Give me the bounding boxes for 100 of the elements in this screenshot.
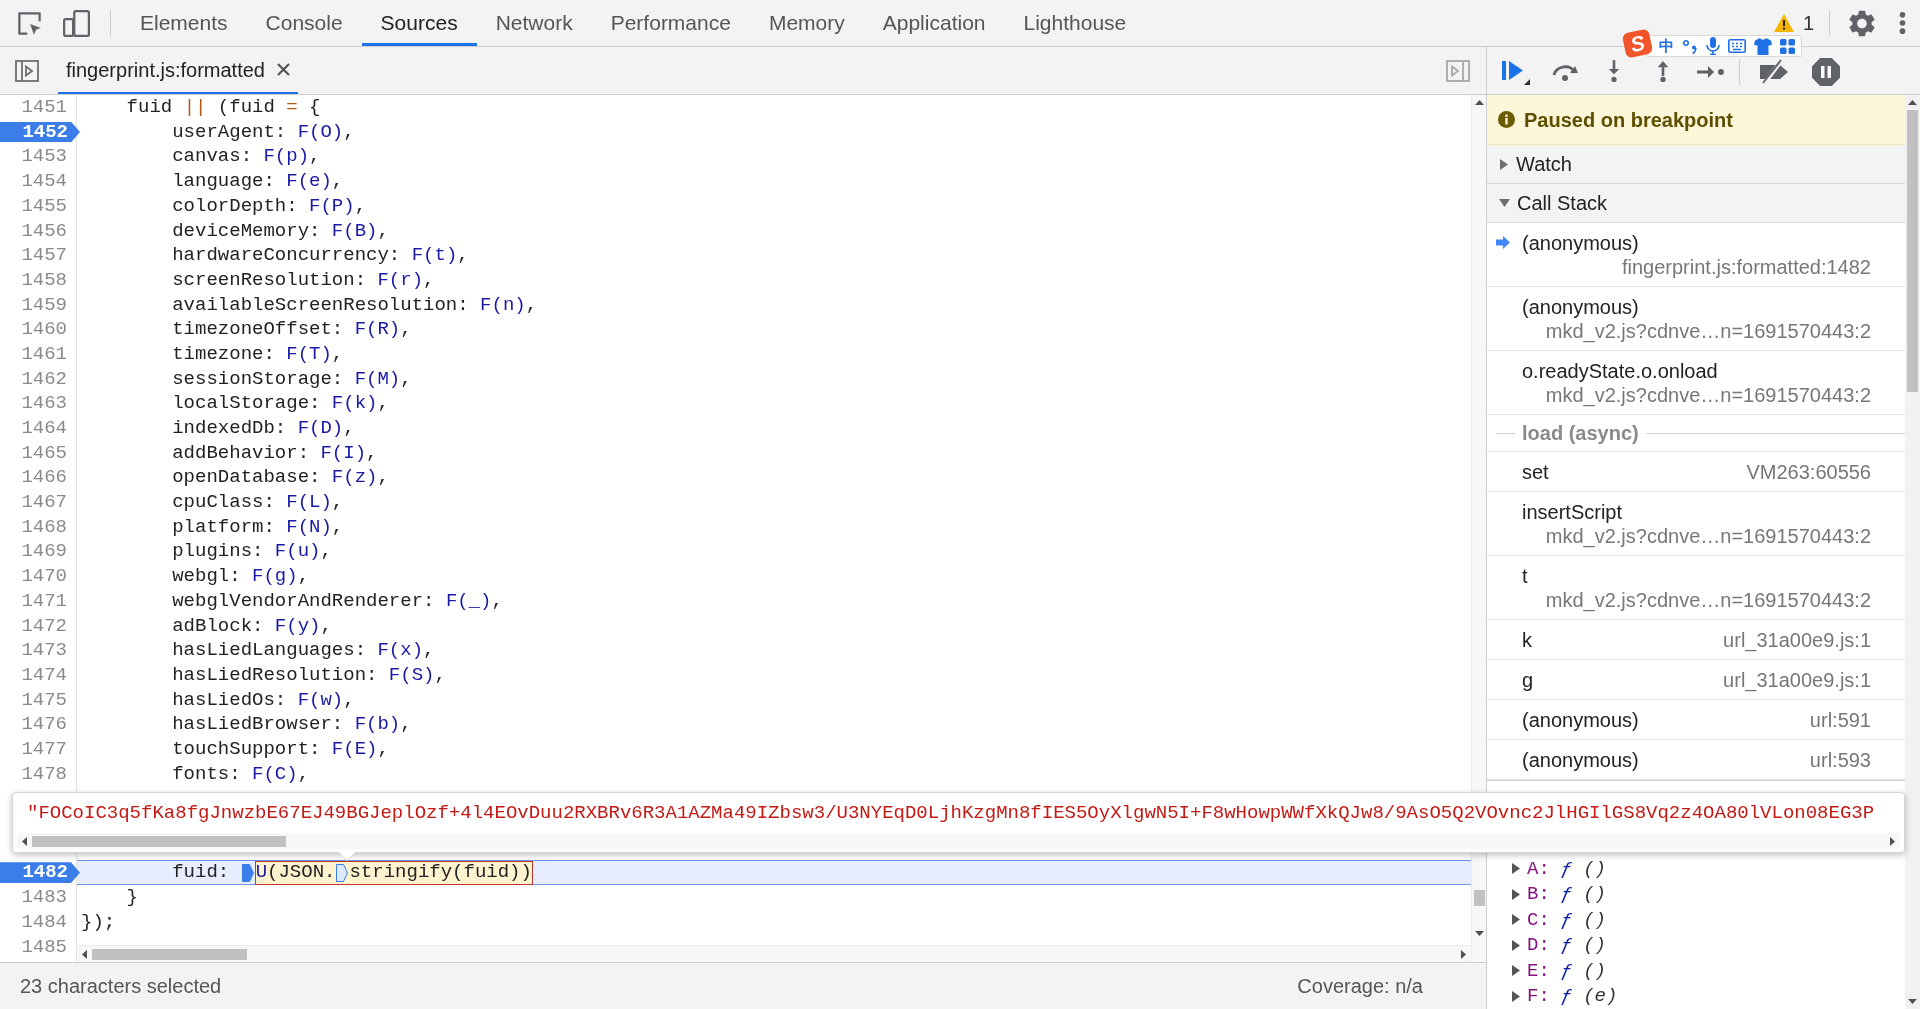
line-number: 1470 (21, 564, 68, 590)
caret-right-icon[interactable] (1500, 158, 1508, 170)
line-number: 1464 (21, 416, 68, 442)
code-text: availableScreenResolution: F(n), (172, 292, 538, 318)
caret-right-icon[interactable] (1512, 914, 1520, 926)
line-number: 1453 (21, 144, 68, 170)
panel-tab[interactable]: Performance (591, 0, 750, 46)
scrollbar-thumb[interactable] (1907, 110, 1918, 392)
horizontal-scrollbar[interactable] (77, 945, 1471, 962)
arrow-down-to-dot-icon[interactable] (1607, 60, 1621, 83)
grid-icon[interactable] (1780, 38, 1795, 54)
scroll-left-icon[interactable] (82, 949, 87, 959)
play-bar-icon[interactable] (1500, 58, 1530, 85)
pause-octagon-icon[interactable] (1812, 57, 1840, 86)
code-text: sessionStorage: F(M), (172, 366, 412, 392)
panel-toggle-icon[interactable] (1446, 59, 1470, 82)
scroll-up-icon[interactable] (1474, 100, 1484, 105)
line-number: 1458 (21, 267, 68, 293)
code-text: language: F(e), (172, 169, 344, 195)
call-stack-frame[interactable]: (anonymous) url:593 (1487, 740, 1905, 780)
caret-right-icon[interactable] (1512, 939, 1520, 951)
coverage-status: Coverage: n/a (1297, 974, 1423, 999)
line-number: 1454 (21, 169, 68, 195)
code-text: fonts: F(C), (172, 761, 310, 787)
phone-and-tablet-icon[interactable] (63, 9, 90, 37)
shirt-icon[interactable] (1754, 37, 1772, 55)
code-text: screenResolution: F(r), (172, 267, 435, 293)
section-header[interactable]: Call Stack (1487, 184, 1905, 223)
punctuation-icon[interactable] (1682, 38, 1698, 54)
scope-item[interactable]: C: ƒ () (1487, 907, 1905, 933)
code-text: cpuClass: F(L), (172, 490, 344, 516)
horizontal-scrollbar[interactable] (17, 833, 1900, 849)
code-text: addBehavior: F(I), (172, 440, 378, 466)
code-text: userAgent: F(O), (172, 119, 355, 145)
scope-item[interactable]: E: ƒ () (1487, 958, 1905, 984)
scroll-down-icon[interactable] (1474, 931, 1484, 936)
caret-right-icon[interactable] (1512, 888, 1520, 900)
line-number: 1476 (21, 712, 68, 738)
code-text: plugins: F(u), (172, 539, 332, 565)
code-text: platform: F(N), (172, 514, 344, 540)
scope-item[interactable]: A: ƒ () (1487, 856, 1905, 882)
line-number: 1483 (21, 885, 68, 911)
scrollbar-thumb[interactable] (92, 948, 247, 960)
panel-tab[interactable]: Application (863, 0, 1005, 46)
scroll-up-icon[interactable] (1908, 100, 1917, 105)
code-text: } (126, 885, 138, 911)
panel-tab[interactable]: Memory (749, 0, 864, 46)
arrow-up-from-dot-icon[interactable] (1656, 60, 1670, 83)
call-stack-frame[interactable]: k url_31a00e9.js:1 (1487, 620, 1905, 660)
caret-right-icon[interactable] (1512, 990, 1520, 1002)
scroll-left-icon[interactable] (22, 836, 27, 846)
line-number: 1462 (21, 366, 68, 392)
scroll-down-icon[interactable] (1908, 999, 1917, 1004)
gear-icon[interactable] (1849, 9, 1875, 37)
caret-right-icon[interactable] (1512, 965, 1520, 977)
scroll-right-icon[interactable] (1890, 836, 1895, 846)
code-text: stringify(fuid)) (349, 860, 532, 886)
code-text: hardwareConcurrency: F(t), (172, 243, 469, 269)
line-number: 1465 (21, 440, 68, 466)
code-text: localStorage: F(k), (172, 391, 389, 417)
call-stack-frame[interactable]: g url_31a00e9.js:1 (1487, 660, 1905, 700)
call-stack-frame[interactable]: set VM263:60556 (1487, 452, 1905, 492)
section-header[interactable]: Watch (1487, 145, 1905, 184)
panel-tab[interactable]: Elements (121, 0, 247, 46)
vertical-dots-icon[interactable] (1899, 11, 1906, 35)
panel-tab[interactable]: Lighthouse (1004, 0, 1146, 46)
scrollbar-thumb[interactable] (32, 835, 286, 847)
scope-item[interactable]: F: ƒ (e) (1487, 983, 1905, 1009)
code-text: adBlock: F(y), (172, 613, 332, 639)
code-text: openDatabase: F(z), (172, 465, 389, 491)
microphone-icon[interactable] (1706, 37, 1720, 55)
close-icon[interactable] (277, 63, 290, 76)
code-text: webglVendorAndRenderer: F(_), (172, 588, 503, 614)
line-number: 1471 (21, 588, 68, 614)
file-tab[interactable]: fingerprint.js:formatted (58, 47, 298, 94)
code-text: indexedDb: F(D), (172, 416, 355, 442)
banner-message: Paused on breakpoint (1524, 107, 1733, 133)
caret-down-icon[interactable] (1499, 199, 1510, 207)
keyboard-icon[interactable] (1728, 39, 1746, 53)
panel-tab[interactable]: Network (476, 0, 592, 46)
scrollbar-thumb[interactable] (1473, 890, 1485, 906)
ime-mode-toggle[interactable]: 中 (1659, 37, 1674, 55)
arrow-right-to-dot-icon[interactable] (1697, 63, 1725, 80)
call-stack-frame[interactable]: (anonymous) url:591 (1487, 700, 1905, 740)
vertical-scrollbar[interactable] (1905, 95, 1920, 1009)
warnings-button[interactable]: 1 (1773, 7, 1814, 39)
scope-item[interactable]: D: ƒ () (1487, 932, 1905, 958)
line-number: 1472 (21, 613, 68, 639)
scroll-right-icon[interactable] (1461, 949, 1466, 959)
panel-tab[interactable]: Console (246, 0, 362, 46)
caret-right-icon[interactable] (1512, 863, 1520, 875)
line-number: 1473 (21, 638, 68, 664)
breakpoint-marker[interactable]: 1482 (0, 862, 80, 884)
breakpoint-flag-icon[interactable] (336, 863, 349, 882)
line-number: 1460 (21, 317, 68, 343)
line-number: 1467 (21, 490, 68, 516)
panel-toggle-icon[interactable] (15, 59, 39, 82)
cursor-in-box-icon[interactable] (16, 9, 43, 37)
scope-item[interactable]: B: ƒ () (1487, 881, 1905, 907)
breakpoint-marker[interactable]: 1452 (0, 121, 80, 143)
